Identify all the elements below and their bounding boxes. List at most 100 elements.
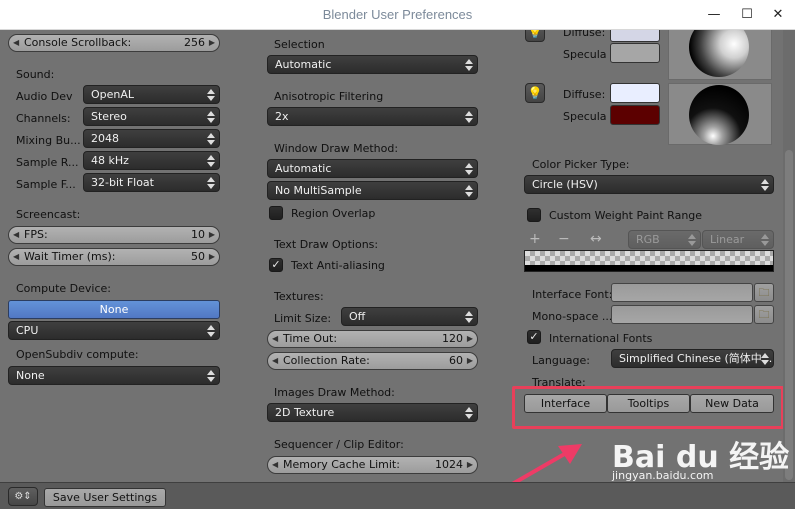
color-picker-value: Circle (HSV) xyxy=(532,178,598,191)
lamp-icon[interactable]: 💡 xyxy=(525,83,545,103)
channels-value: Stereo xyxy=(91,110,127,123)
editor-type-icon[interactable]: ⚙⇕ xyxy=(8,487,38,506)
color-ramp[interactable] xyxy=(524,250,774,272)
folder-icon[interactable]: 🗀 xyxy=(754,283,774,302)
updown-icon xyxy=(761,351,769,366)
scrollbar-thumb[interactable] xyxy=(785,150,793,480)
decrement-icon: ◀ xyxy=(272,334,279,343)
selection-dropdown[interactable]: Automatic xyxy=(267,55,478,74)
footer-bar: ⚙⇕ Save User Settings xyxy=(0,482,795,509)
increment-icon: ▶ xyxy=(466,460,473,469)
compute-none-button[interactable]: None xyxy=(8,300,220,319)
fps-slider[interactable]: ◀ FPS: 10 ▶ xyxy=(8,226,220,244)
folder-icon[interactable]: 🗀 xyxy=(754,305,774,324)
images-draw-header: Images Draw Method: xyxy=(274,386,395,399)
diffuse-swatch-2[interactable] xyxy=(610,83,660,103)
mixing-buffer-dropdown[interactable]: 2048 xyxy=(83,129,220,148)
updown-icon xyxy=(465,183,473,198)
sample-rate-value: 48 kHz xyxy=(91,154,129,167)
increment-icon: ▶ xyxy=(208,230,215,239)
specular-swatch-2[interactable] xyxy=(610,105,660,125)
highlight-box xyxy=(512,386,784,429)
sample-rate-label: Sample R... xyxy=(16,156,79,169)
international-fonts-checkbox[interactable]: ✓ xyxy=(527,330,541,344)
increment-icon: ▶ xyxy=(208,252,215,261)
time-out-label: Time Out: xyxy=(283,332,338,345)
mixing-buffer-label: Mixing Bu... xyxy=(16,134,81,147)
channels-dropdown[interactable]: Stereo xyxy=(83,107,220,126)
updown-icon xyxy=(207,109,215,124)
updown-icon xyxy=(688,232,696,247)
updown-icon xyxy=(465,161,473,176)
collection-rate-slider[interactable]: ◀ Collection Rate: 60 ▶ xyxy=(267,352,478,370)
minimize-button[interactable]: — xyxy=(697,0,731,30)
updown-icon xyxy=(207,87,215,102)
ramp-mode-dropdown[interactable]: RGB xyxy=(628,230,701,249)
interface-font-field[interactable] xyxy=(611,283,753,302)
increment-icon: ▶ xyxy=(466,334,473,343)
compute-device-value: CPU xyxy=(16,324,39,337)
collection-rate-value: 60 xyxy=(449,354,463,367)
console-scrollback-slider[interactable]: ◀ Console Scrollback: 256 ▶ xyxy=(8,34,220,52)
opensubdiv-header: OpenSubdiv compute: xyxy=(16,348,139,361)
limit-size-value: Off xyxy=(349,310,366,323)
images-draw-dropdown[interactable]: 2D Texture xyxy=(267,403,478,422)
updown-icon xyxy=(207,175,215,190)
updown-icon xyxy=(207,153,215,168)
close-button[interactable]: ✕ xyxy=(761,0,795,30)
save-user-settings-button[interactable]: Save User Settings xyxy=(44,488,166,507)
channels-label: Channels: xyxy=(16,112,71,125)
audio-device-dropdown[interactable]: OpenAL xyxy=(83,85,220,104)
images-draw-value: 2D Texture xyxy=(275,406,335,419)
anisotropic-dropdown[interactable]: 2x xyxy=(267,107,478,126)
text-antialias-label: Text Anti-aliasing xyxy=(291,259,385,272)
sample-format-dropdown[interactable]: 32-bit Float xyxy=(83,173,220,192)
custom-weight-checkbox[interactable] xyxy=(527,208,541,222)
color-picker-dropdown[interactable]: Circle (HSV) xyxy=(524,175,774,194)
compute-device-dropdown[interactable]: CPU xyxy=(8,321,220,340)
wait-timer-label: Wait Timer (ms): xyxy=(24,250,116,263)
ramp-interp-dropdown[interactable]: Linear xyxy=(702,230,774,249)
console-scrollback-value: 256 xyxy=(184,36,205,49)
time-out-slider[interactable]: ◀ Time Out: 120 ▶ xyxy=(267,330,478,348)
watermark-url: jingyan.baidu.com xyxy=(612,469,714,482)
updown-icon xyxy=(465,405,473,420)
sound-header: Sound: xyxy=(16,68,55,81)
memory-cache-slider[interactable]: ◀ Memory Cache Limit: 1024 ▶ xyxy=(267,456,478,474)
add-icon[interactable]: + xyxy=(529,232,541,246)
language-dropdown[interactable]: Simplified Chinese (简体中... xyxy=(611,349,774,368)
specular-swatch-1[interactable] xyxy=(610,43,660,63)
collection-rate-label: Collection Rate: xyxy=(283,354,370,367)
decrement-icon: ◀ xyxy=(13,38,20,47)
region-overlap-checkbox[interactable] xyxy=(269,206,283,220)
sample-format-value: 32-bit Float xyxy=(91,176,154,189)
flip-icon[interactable]: ↔ xyxy=(590,232,602,246)
monospace-font-field[interactable] xyxy=(611,305,753,324)
updown-icon xyxy=(465,57,473,72)
specular-label-2: Specula xyxy=(563,110,607,123)
updown-icon xyxy=(207,131,215,146)
window-draw-dropdown[interactable]: Automatic xyxy=(267,159,478,178)
text-antialias-checkbox[interactable]: ✓ xyxy=(269,258,283,272)
increment-icon: ▶ xyxy=(466,356,473,365)
textures-header: Textures: xyxy=(274,290,324,303)
color-picker-header: Color Picker Type: xyxy=(532,158,630,171)
fps-value: 10 xyxy=(191,228,205,241)
updown-icon xyxy=(465,309,473,324)
preferences-panel: ◀ Console Scrollback: 256 ▶ Sound: Audio… xyxy=(0,30,795,482)
lamp-icon[interactable]: 💡 xyxy=(525,30,545,42)
text-draw-header: Text Draw Options: xyxy=(274,238,379,251)
sphere-preview-1 xyxy=(689,30,749,77)
remove-icon[interactable]: − xyxy=(558,232,570,246)
decrement-icon: ◀ xyxy=(272,356,279,365)
selection-value: Automatic xyxy=(275,58,332,71)
limit-size-dropdown[interactable]: Off xyxy=(341,307,478,326)
checkmark-icon: ✓ xyxy=(271,258,281,271)
wait-timer-slider[interactable]: ◀ Wait Timer (ms): 50 ▶ xyxy=(8,248,220,266)
sample-rate-dropdown[interactable]: 48 kHz xyxy=(83,151,220,170)
opensubdiv-dropdown[interactable]: None xyxy=(8,366,220,385)
maximize-button[interactable]: ☐ xyxy=(730,0,764,30)
diffuse-swatch-1[interactable] xyxy=(610,30,660,42)
multisample-dropdown[interactable]: No MultiSample xyxy=(267,181,478,200)
console-scrollback-label: Console Scrollback: xyxy=(24,36,132,49)
